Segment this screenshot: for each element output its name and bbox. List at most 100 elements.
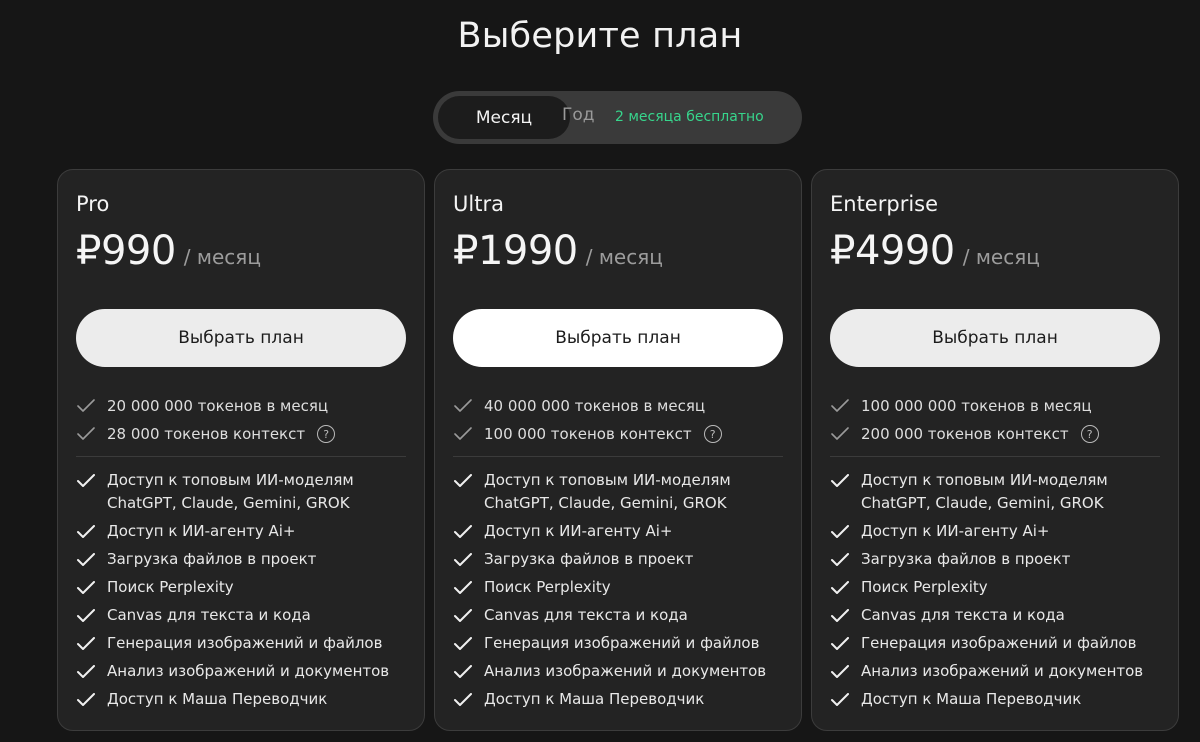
check-icon	[831, 581, 849, 594]
feature-text: Доступ к топовым ИИ-моделям	[861, 471, 1108, 489]
feature-item: Доступ к топовым ИИ-моделям ChatGPT, Cla…	[830, 469, 1170, 515]
check-icon	[454, 637, 472, 650]
feature-subtext: ChatGPT, Claude, Gemini, GROK	[861, 494, 1104, 512]
check-icon	[454, 427, 472, 440]
check-icon	[831, 693, 849, 706]
feature-text: Canvas для текста и кода	[107, 606, 311, 624]
feature-text: Анализ изображений и документов	[861, 662, 1144, 680]
feature-item: Canvas для текста и кода	[830, 604, 1170, 627]
check-icon	[454, 399, 472, 412]
divider	[453, 456, 783, 457]
year-promo-label: 2 месяца бесплатно	[615, 109, 764, 125]
check-icon	[454, 665, 472, 678]
feature-text: Доступ к Маша Переводчик	[484, 690, 705, 708]
check-icon	[77, 399, 95, 412]
select-plan-button[interactable]: Выбрать план	[453, 309, 783, 367]
help-icon[interactable]: ?	[703, 425, 722, 443]
feature-text: Доступ к Маша Переводчик	[861, 690, 1082, 708]
feature-item: Загрузка файлов в проект	[830, 548, 1170, 571]
help-icon[interactable]: ?	[317, 425, 336, 443]
feature-item: Загрузка файлов в проект	[76, 548, 416, 571]
plan-card-pro: Pro ₽990 / месяц Выбрать план 20 000 000 …	[57, 169, 425, 731]
plan-limits: 40 000 000 токенов в месяц 100 000 токено…	[453, 392, 783, 448]
check-icon	[831, 637, 849, 650]
feature-subtext: ChatGPT, Claude, Gemini, GROK	[107, 494, 350, 512]
plan-price: ₽4990	[830, 228, 955, 274]
divider	[830, 456, 1160, 457]
feature-text: Доступ к Маша Переводчик	[107, 690, 328, 708]
feature-text: Генерация изображений и файлов	[484, 634, 760, 652]
feature-list: Доступ к топовым ИИ-моделям ChatGPT, Cla…	[76, 469, 416, 716]
feature-text: Canvas для текста и кода	[861, 606, 1065, 624]
check-icon	[831, 553, 849, 566]
plan-limits: 20 000 000 токенов в месяц 28 000 токенов…	[76, 392, 406, 448]
feature-item: Анализ изображений и документов	[453, 660, 793, 683]
check-icon	[77, 525, 95, 538]
feature-text: Генерация изображений и файлов	[107, 634, 383, 652]
plan-price: ₽990	[76, 228, 176, 274]
feature-text: Генерация изображений и файлов	[861, 634, 1137, 652]
plan-name: Pro	[76, 192, 110, 216]
feature-item: Доступ к топовым ИИ-моделям ChatGPT, Cla…	[76, 469, 416, 515]
limit-text: 200 000 токенов контекст	[861, 425, 1069, 443]
select-plan-button[interactable]: Выбрать план	[830, 309, 1160, 367]
feature-item: Генерация изображений и файлов	[453, 632, 793, 655]
feature-text: Доступ к топовым ИИ-моделям	[107, 471, 354, 489]
feature-item: Поиск Perplexity	[830, 576, 1170, 599]
check-icon	[831, 609, 849, 622]
feature-text: Загрузка файлов в проект	[107, 550, 317, 568]
page-title: Выберите план	[457, 16, 743, 56]
billing-option-year[interactable]: Год	[562, 105, 595, 125]
pricing-page: Выберите план Месяц Год 2 месяца бесплат…	[0, 0, 1200, 742]
plan-limits: 100 000 000 токенов в месяц 200 000 токен…	[830, 392, 1160, 448]
feature-text: Доступ к ИИ-агенту Ai+	[484, 522, 673, 540]
help-icon[interactable]: ?	[1080, 425, 1099, 443]
check-icon	[454, 525, 472, 538]
limit-item: 200 000 токенов контекст?	[830, 420, 1160, 448]
check-icon	[454, 581, 472, 594]
feature-text: Поиск Perplexity	[861, 578, 988, 596]
plan-card-enterprise: Enterprise ₽4990 / месяц Выбрать план 100…	[811, 169, 1179, 731]
limit-item: 100 000 токенов контекст?	[453, 420, 783, 448]
plan-price: ₽1990	[453, 228, 578, 274]
limit-item: 40 000 000 токенов в месяц	[453, 392, 783, 420]
limit-text: 28 000 токенов контекст	[107, 425, 306, 443]
feature-list: Доступ к топовым ИИ-моделям ChatGPT, Cla…	[830, 469, 1170, 716]
check-icon	[454, 609, 472, 622]
select-plan-button[interactable]: Выбрать план	[76, 309, 406, 367]
limit-text: 20 000 000 токенов в месяц	[107, 397, 329, 415]
feature-text: Загрузка файлов в проект	[484, 550, 694, 568]
limit-text: 100 000 000 токенов в месяц	[861, 397, 1092, 415]
price-row: ₽4990 / месяц	[830, 228, 1040, 278]
plan-period: / месяц	[183, 245, 261, 269]
check-icon	[831, 474, 849, 487]
check-icon	[831, 399, 849, 412]
limit-text: 40 000 000 токенов в месяц	[484, 397, 706, 415]
feature-item: Доступ к Маша Переводчик	[453, 688, 793, 711]
feature-item: Анализ изображений и документов	[830, 660, 1170, 683]
check-icon	[77, 665, 95, 678]
plan-name: Enterprise	[830, 192, 939, 216]
feature-item: Доступ к ИИ-агенту Ai+	[453, 520, 793, 543]
check-icon	[77, 693, 95, 706]
feature-text: Поиск Perplexity	[107, 578, 234, 596]
feature-item: Генерация изображений и файлов	[830, 632, 1170, 655]
limit-text: 100 000 токенов контекст	[484, 425, 692, 443]
check-icon	[831, 427, 849, 440]
check-icon	[77, 427, 95, 440]
feature-text: Доступ к ИИ-агенту Ai+	[107, 522, 296, 540]
price-row: ₽1990 / месяц	[453, 228, 663, 278]
feature-list: Доступ к топовым ИИ-моделям ChatGPT, Cla…	[453, 469, 793, 716]
feature-item: Поиск Perplexity	[453, 576, 793, 599]
limit-item: 28 000 токенов контекст?	[76, 420, 406, 448]
feature-item: Canvas для текста и кода	[76, 604, 416, 627]
feature-item: Генерация изображений и файлов	[76, 632, 416, 655]
feature-item: Доступ к ИИ-агенту Ai+	[76, 520, 416, 543]
check-icon	[454, 553, 472, 566]
billing-option-month[interactable]: Месяц	[438, 96, 570, 139]
check-icon	[77, 553, 95, 566]
feature-item: Доступ к Маша Переводчик	[76, 688, 416, 711]
feature-item: Анализ изображений и документов	[76, 660, 416, 683]
feature-text: Загрузка файлов в проект	[861, 550, 1071, 568]
plan-name: Ultra	[453, 192, 504, 216]
